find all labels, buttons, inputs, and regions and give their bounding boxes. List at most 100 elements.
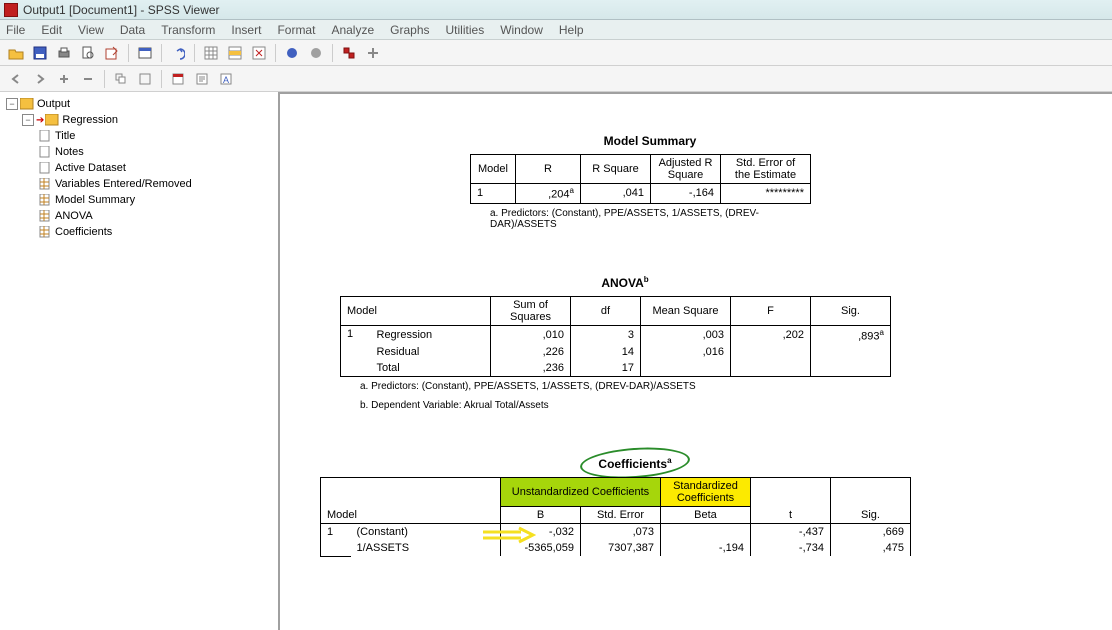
tree-output-label: Output bbox=[37, 98, 70, 110]
tree-regression-label: Regression bbox=[62, 114, 118, 126]
coefficients-title: Coefficientsa bbox=[320, 456, 950, 471]
col-model: Model bbox=[471, 155, 516, 184]
tree-output[interactable]: − Output bbox=[4, 96, 274, 112]
dialog-recall-icon[interactable] bbox=[135, 43, 155, 63]
run-icon[interactable] bbox=[306, 43, 326, 63]
toolbar-nav: A bbox=[0, 66, 1112, 92]
preview-icon[interactable] bbox=[78, 43, 98, 63]
anova-section: ANOVAb Model Sum of Squares df Mean Squa… bbox=[340, 275, 1082, 412]
collapse-icon[interactable]: − bbox=[22, 114, 34, 126]
table-icon bbox=[38, 226, 52, 238]
col-b: B bbox=[501, 507, 581, 524]
insert-title-icon[interactable] bbox=[192, 69, 212, 89]
tree-vars-entered[interactable]: Variables Entered/Removed bbox=[36, 176, 274, 192]
col-adjrsq: Adjusted R Square bbox=[651, 155, 721, 184]
menu-file[interactable]: File bbox=[6, 23, 25, 37]
outline-pane[interactable]: − Output − ➔ Regression Title Notes Acti… bbox=[0, 92, 280, 630]
svg-text:A: A bbox=[223, 75, 229, 85]
model-summary-footnote: a. Predictors: (Constant), PPE/ASSETS, 1… bbox=[470, 208, 790, 230]
tree-anova[interactable]: ANOVA bbox=[36, 208, 274, 224]
page-icon bbox=[38, 162, 52, 174]
col-sig: Sig. bbox=[811, 296, 891, 325]
col-f: F bbox=[731, 296, 811, 325]
table-row: Total ,236 17 bbox=[341, 360, 891, 377]
save-icon[interactable] bbox=[30, 43, 50, 63]
col-unstd: Unstandardized Coefficients bbox=[501, 478, 661, 507]
collapse-icon[interactable]: − bbox=[6, 98, 18, 110]
anova-title: ANOVAb bbox=[340, 275, 910, 290]
window-title: Output1 [Document1] - SPSS Viewer bbox=[23, 3, 220, 17]
insert-text-icon[interactable]: A bbox=[216, 69, 236, 89]
nav-forward-icon[interactable] bbox=[30, 69, 50, 89]
table-row: Residual ,226 14 ,016 bbox=[341, 344, 891, 360]
table-row: 1/ASSETS -5365,059 7307,387 -,194 -,734 … bbox=[321, 540, 911, 556]
output-viewer[interactable]: Model Summary Model R R Square Adjusted … bbox=[280, 92, 1112, 630]
toolbar-main bbox=[0, 40, 1112, 66]
menu-data[interactable]: Data bbox=[120, 23, 145, 37]
anova-table[interactable]: Model Sum of Squares df Mean Square F Si… bbox=[340, 296, 891, 378]
table-row: 1 ,204a ,041 -,164 ********* bbox=[471, 184, 811, 204]
col-t: t bbox=[751, 478, 831, 524]
promote-icon[interactable] bbox=[54, 69, 74, 89]
tree-notes[interactable]: Notes bbox=[36, 144, 274, 160]
tree-coefficients[interactable]: Coefficients bbox=[36, 224, 274, 240]
menu-help[interactable]: Help bbox=[559, 23, 584, 37]
designate-window-icon[interactable] bbox=[339, 43, 359, 63]
menu-graphs[interactable]: Graphs bbox=[390, 23, 429, 37]
select-last-icon[interactable] bbox=[282, 43, 302, 63]
col-df: df bbox=[571, 296, 641, 325]
menu-utilities[interactable]: Utilities bbox=[446, 23, 485, 37]
menu-window[interactable]: Window bbox=[500, 23, 543, 37]
open-icon[interactable] bbox=[6, 43, 26, 63]
page-icon bbox=[38, 146, 52, 158]
app-icon bbox=[4, 3, 18, 17]
col-rsq: R Square bbox=[581, 155, 651, 184]
demote-icon[interactable] bbox=[78, 69, 98, 89]
coefficients-table[interactable]: Model Unstandardized Coefficients Standa… bbox=[320, 477, 911, 557]
col-ss: Sum of Squares bbox=[491, 296, 571, 325]
expand-icon[interactable] bbox=[363, 43, 383, 63]
col-model: Model bbox=[341, 296, 491, 325]
table-icon bbox=[38, 210, 52, 222]
show-icon[interactable] bbox=[135, 69, 155, 89]
print-icon[interactable] bbox=[54, 43, 74, 63]
col-beta: Beta bbox=[661, 507, 751, 524]
tree-active-dataset[interactable]: Active Dataset bbox=[36, 160, 274, 176]
nav-back-icon[interactable] bbox=[6, 69, 26, 89]
export-icon[interactable] bbox=[102, 43, 122, 63]
variables-icon[interactable] bbox=[249, 43, 269, 63]
menu-analyze[interactable]: Analyze bbox=[331, 23, 374, 37]
undo-icon[interactable] bbox=[168, 43, 188, 63]
anova-footnote-a: a. Predictors: (Constant), PPE/ASSETS, 1… bbox=[340, 381, 1082, 392]
tree-regression[interactable]: − ➔ Regression bbox=[20, 112, 274, 128]
col-model: Model bbox=[321, 478, 501, 524]
table-row: 1 (Constant) -,032 ,073 -,437 ,669 bbox=[321, 524, 911, 541]
menu-insert[interactable]: Insert bbox=[231, 23, 261, 37]
tree-model-summary[interactable]: Model Summary bbox=[36, 192, 274, 208]
collapse-icon[interactable] bbox=[111, 69, 131, 89]
col-stderr: Std. Error of the Estimate bbox=[721, 155, 811, 184]
goto-case-icon[interactable] bbox=[225, 43, 245, 63]
table-row: 1 Regression ,010 3 ,003 ,202 ,893a bbox=[341, 325, 891, 344]
menu-transform[interactable]: Transform bbox=[161, 23, 215, 37]
col-stderr: Std. Error bbox=[581, 507, 661, 524]
coefficients-section: Coefficientsa Model Unstandardized Coeff… bbox=[320, 456, 1082, 557]
col-r: R bbox=[516, 155, 581, 184]
menu-edit[interactable]: Edit bbox=[41, 23, 62, 37]
table-icon bbox=[38, 194, 52, 206]
table-icon bbox=[38, 178, 52, 190]
insert-heading-icon[interactable] bbox=[168, 69, 188, 89]
active-arrow-icon: ➔ bbox=[36, 115, 44, 126]
tree-title[interactable]: Title bbox=[36, 128, 274, 144]
model-summary-table[interactable]: Model R R Square Adjusted R Square Std. … bbox=[470, 154, 811, 204]
model-summary-section: Model Summary Model R R Square Adjusted … bbox=[470, 134, 1082, 230]
anova-footnote-b: b. Dependent Variable: Akrual Total/Asse… bbox=[340, 400, 1082, 411]
goto-data-icon[interactable] bbox=[201, 43, 221, 63]
page-icon bbox=[38, 130, 52, 142]
col-std: Standardized Coefficients bbox=[661, 478, 751, 507]
folder-icon bbox=[45, 114, 59, 126]
menu-format[interactable]: Format bbox=[277, 23, 315, 37]
menu-view[interactable]: View bbox=[78, 23, 104, 37]
model-summary-title: Model Summary bbox=[470, 134, 830, 148]
col-sig: Sig. bbox=[831, 478, 911, 524]
